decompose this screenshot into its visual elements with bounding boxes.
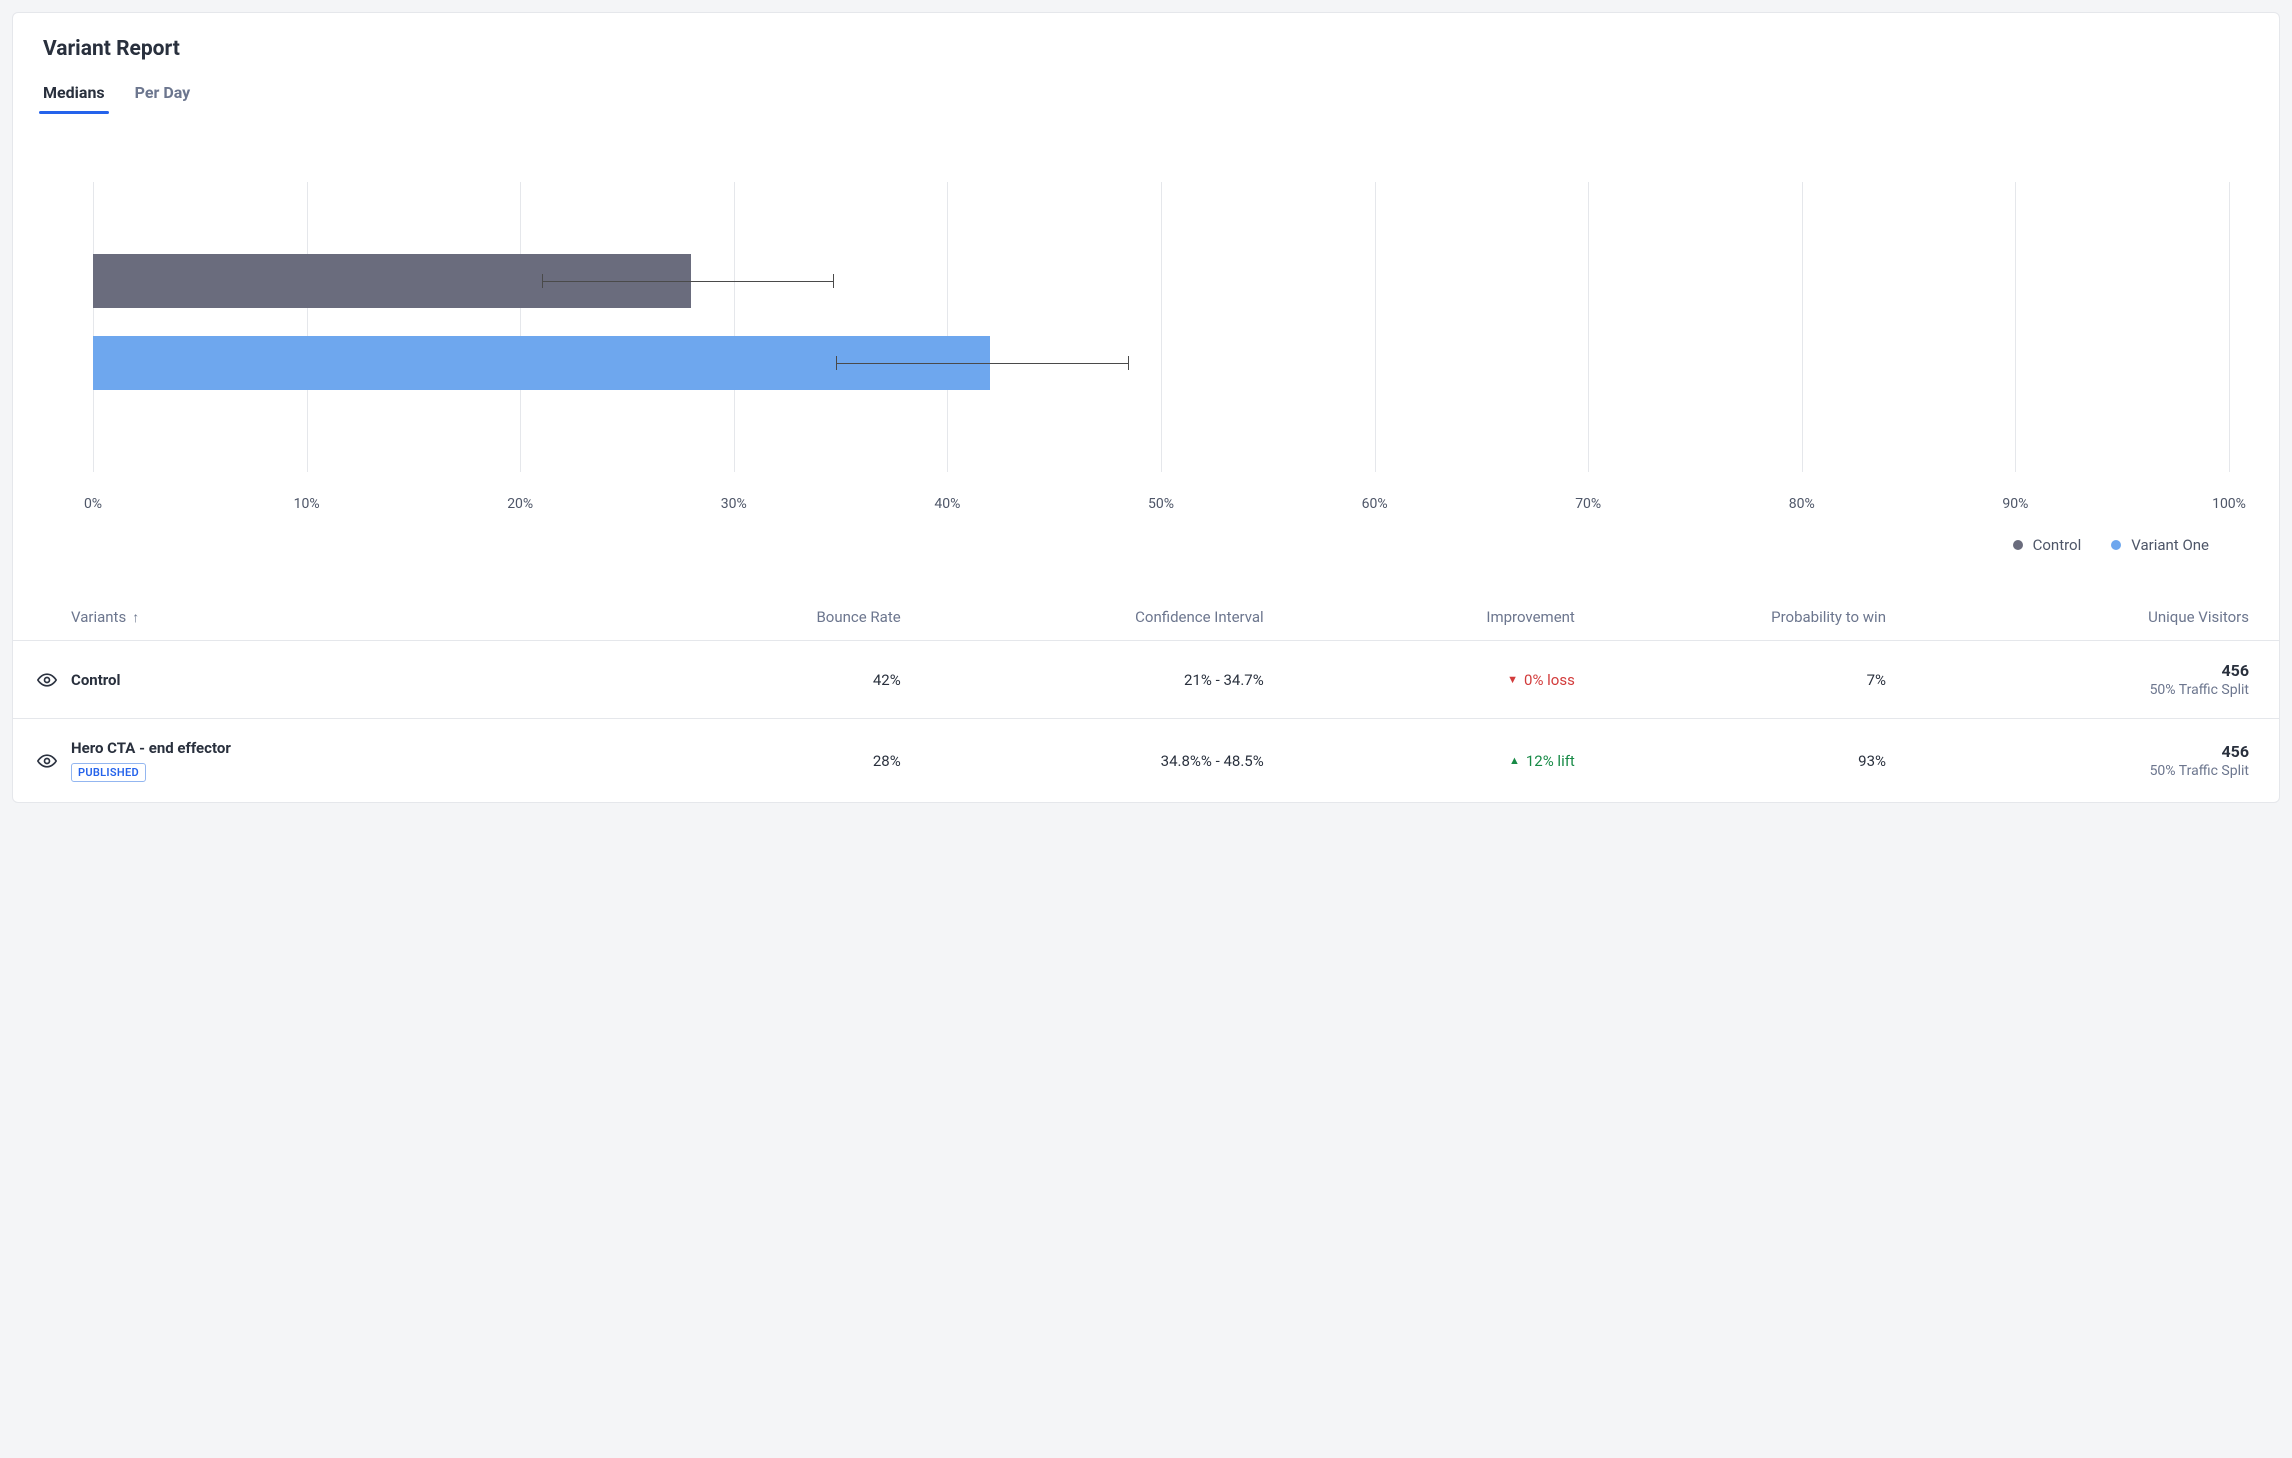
- traffic-split: 50% Traffic Split: [1886, 682, 2249, 698]
- bar-chart: [43, 182, 2249, 472]
- gridline: [2229, 182, 2230, 472]
- chart-plot: [93, 182, 2229, 472]
- visitors-count: 456: [1886, 742, 2249, 761]
- x-axis: 0% 10% 20% 30% 40% 50% 60% 70% 80% 90% 1…: [43, 496, 2249, 516]
- column-variants[interactable]: Variants ↑: [71, 608, 641, 626]
- improvement-value: ▲ 12% lift: [1264, 752, 1575, 770]
- x-tick: 40%: [934, 496, 960, 512]
- ci-value: 34.8%% - 48.5%: [901, 752, 1264, 770]
- gridline: [1588, 182, 1589, 472]
- tab-per-day[interactable]: Per Day: [135, 83, 191, 112]
- column-bounce[interactable]: Bounce Rate: [641, 608, 900, 626]
- tab-medians[interactable]: Medians: [43, 83, 105, 112]
- column-ci[interactable]: Confidence Interval: [901, 608, 1264, 626]
- prob-value: 93%: [1575, 752, 1886, 770]
- x-tick: 70%: [1575, 496, 1601, 512]
- table-row: Control 42% 21% - 34.7% ▼ 0% loss 7% 456…: [13, 641, 2279, 719]
- visitors-cell: 456 50% Traffic Split: [1886, 742, 2249, 779]
- legend-label: Variant One: [2131, 536, 2209, 554]
- chart-area: 0% 10% 20% 30% 40% 50% 60% 70% 80% 90% 1…: [13, 112, 2279, 554]
- bounce-value: 42%: [641, 671, 900, 689]
- errorbar-variant: [836, 363, 1129, 364]
- column-label: Variants: [71, 608, 126, 626]
- improvement-text: 12% lift: [1526, 752, 1575, 770]
- errorbar-control: [542, 281, 835, 282]
- legend-control: Control: [2013, 536, 2082, 554]
- gridline: [2015, 182, 2016, 472]
- visibility-icon[interactable]: [37, 670, 57, 690]
- swatch-icon: [2111, 540, 2121, 550]
- tabs: Medians Per Day: [43, 83, 2249, 112]
- x-tick: 50%: [1148, 496, 1174, 512]
- visibility-icon[interactable]: [37, 751, 57, 771]
- x-tick: 80%: [1789, 496, 1815, 512]
- legend-variant: Variant One: [2111, 536, 2209, 554]
- gridline: [1161, 182, 1162, 472]
- gridline: [734, 182, 735, 472]
- chart-legend: Control Variant One: [43, 516, 2249, 554]
- x-tick: 90%: [2002, 496, 2028, 512]
- table-row: Hero CTA - end effector PUBLISHED 28% 34…: [13, 719, 2279, 802]
- column-visitors[interactable]: Unique Visitors: [1886, 608, 2249, 626]
- published-badge: PUBLISHED: [71, 763, 146, 782]
- page-title: Variant Report: [43, 37, 2249, 61]
- x-tick: 30%: [721, 496, 747, 512]
- swatch-icon: [2013, 540, 2023, 550]
- x-tick: 20%: [507, 496, 533, 512]
- gridline: [1802, 182, 1803, 472]
- column-prob[interactable]: Probability to win: [1575, 608, 1886, 626]
- gridline: [520, 182, 521, 472]
- improvement-value: ▼ 0% loss: [1264, 671, 1575, 689]
- traffic-split: 50% Traffic Split: [1886, 763, 2249, 779]
- variant-name: Control: [71, 671, 641, 689]
- gridline: [947, 182, 948, 472]
- bounce-value: 28%: [641, 752, 900, 770]
- variant-name: Hero CTA - end effector: [71, 739, 641, 757]
- column-improvement[interactable]: Improvement: [1264, 608, 1575, 626]
- x-tick: 10%: [294, 496, 320, 512]
- legend-label: Control: [2033, 536, 2082, 554]
- sort-ascending-icon: ↑: [132, 609, 139, 626]
- triangle-down-icon: ▼: [1507, 673, 1518, 686]
- triangle-up-icon: ▲: [1509, 754, 1520, 767]
- visitors-cell: 456 50% Traffic Split: [1886, 661, 2249, 698]
- variant-table: Variants ↑ Bounce Rate Confidence Interv…: [13, 594, 2279, 802]
- panel-header: Variant Report Medians Per Day: [13, 33, 2279, 112]
- gridline: [1375, 182, 1376, 472]
- x-tick: 60%: [1362, 496, 1388, 512]
- ci-value: 21% - 34.7%: [901, 671, 1264, 689]
- x-tick: 100%: [2212, 496, 2246, 512]
- x-tick: 0%: [84, 496, 102, 512]
- table-header: Variants ↑ Bounce Rate Confidence Interv…: [13, 594, 2279, 641]
- improvement-text: 0% loss: [1524, 671, 1575, 689]
- prob-value: 7%: [1575, 671, 1886, 689]
- variant-report-panel: Variant Report Medians Per Day: [12, 12, 2280, 803]
- gridline: [93, 182, 94, 472]
- gridline: [307, 182, 308, 472]
- visitors-count: 456: [1886, 661, 2249, 680]
